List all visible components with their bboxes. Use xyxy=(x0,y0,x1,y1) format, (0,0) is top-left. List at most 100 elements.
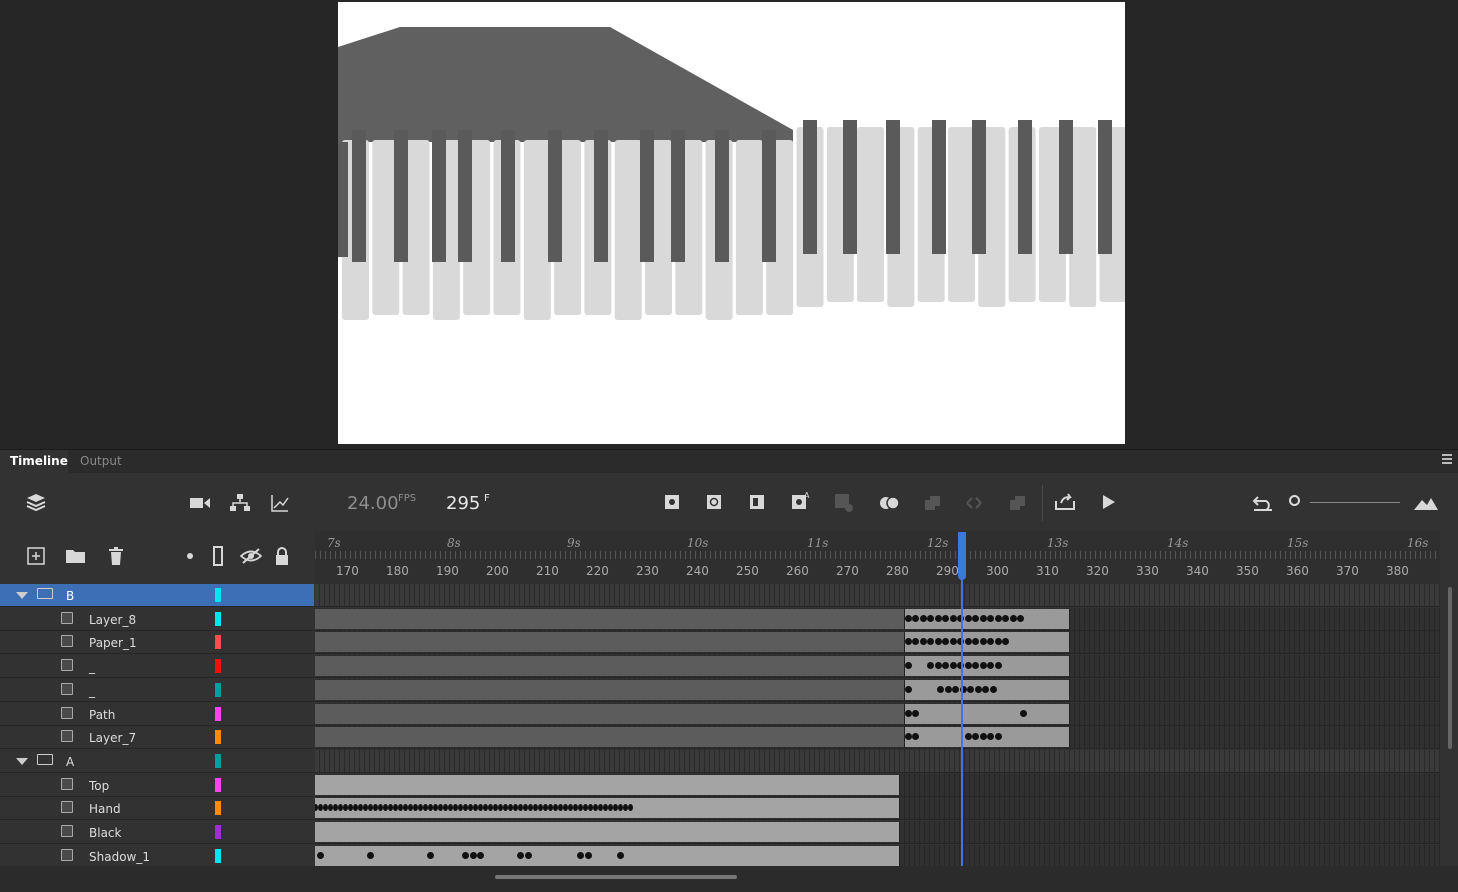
export-icon[interactable] xyxy=(1053,490,1077,514)
zoom-slider-handle[interactable] xyxy=(1289,495,1300,506)
frame-row[interactable] xyxy=(315,844,1440,866)
keyframe-dot[interactable] xyxy=(477,851,484,859)
keyframe-dot[interactable] xyxy=(317,851,324,859)
tab-timeline[interactable]: Timeline xyxy=(0,450,68,473)
layer-row[interactable]: Path xyxy=(0,702,314,726)
layer-row[interactable]: Paper_1 xyxy=(0,631,314,655)
keyframe-dot[interactable] xyxy=(979,638,987,646)
keyframe-dot[interactable] xyxy=(1019,709,1027,717)
layer-color-swatch[interactable] xyxy=(215,682,221,697)
keyframe-dot[interactable] xyxy=(517,851,524,859)
frame-row[interactable] xyxy=(315,773,1440,797)
keyframe-dot[interactable] xyxy=(934,662,942,670)
tween-span[interactable] xyxy=(315,679,905,700)
edit-multiple-frames-icon[interactable] xyxy=(921,492,943,514)
new-layer-icon[interactable] xyxy=(25,545,47,567)
keyframe-dot[interactable] xyxy=(912,614,919,622)
timeline-ruler[interactable]: 7s 8s 9s 10s 11s 12s 13s 14s 15s 16s 170 180 190 200 2… xyxy=(315,531,1440,584)
keyframe-dot[interactable] xyxy=(934,638,942,646)
keyframe-dot[interactable] xyxy=(994,733,1002,741)
keyframe-dot[interactable] xyxy=(987,614,994,622)
keyframe-dot[interactable] xyxy=(964,662,972,670)
current-frame-value[interactable]: 295 xyxy=(446,493,480,514)
layer-color-swatch[interactable] xyxy=(215,777,221,792)
graph-icon[interactable] xyxy=(268,491,292,515)
layer-color-swatch[interactable] xyxy=(215,730,221,745)
layer-folder-row[interactable]: A xyxy=(0,749,314,773)
layer-row[interactable]: Black xyxy=(0,821,314,844)
keyframe-dot[interactable] xyxy=(904,662,912,670)
keyframe-dot[interactable] xyxy=(927,614,934,622)
layer-color-swatch[interactable] xyxy=(215,611,221,626)
fps-value[interactable]: 24.00 xyxy=(347,493,399,514)
keyframe-dot[interactable] xyxy=(584,851,592,859)
layer-row[interactable]: _ xyxy=(0,678,314,702)
keyframe-dot[interactable] xyxy=(934,614,942,622)
layer-row[interactable]: Top xyxy=(0,773,314,797)
keyframe-dot[interactable] xyxy=(949,662,957,670)
stage-canvas[interactable] xyxy=(338,2,1125,444)
layer-row[interactable]: Hand xyxy=(0,797,314,821)
loop-playback-icon[interactable] xyxy=(963,492,985,514)
keyframe-dot[interactable] xyxy=(979,733,987,741)
layer-row[interactable]: Shadow_1 xyxy=(0,844,314,868)
keyframe-dot[interactable] xyxy=(964,638,972,646)
panel-menu-icon[interactable] xyxy=(1442,454,1452,466)
keyframe-dot[interactable] xyxy=(617,851,624,859)
keyframe-dot[interactable] xyxy=(994,662,1002,670)
zoom-slider-track[interactable] xyxy=(1310,502,1400,503)
keyframe-dot[interactable] xyxy=(904,685,912,693)
undo-icon[interactable] xyxy=(1251,491,1275,515)
keyframe-dot[interactable] xyxy=(904,614,912,622)
visibility-off-icon[interactable] xyxy=(239,545,263,567)
camera-icon[interactable] xyxy=(188,491,212,515)
layer-row[interactable]: Layer_7 xyxy=(0,726,314,750)
keyframe-dot[interactable] xyxy=(964,614,972,622)
frame-row[interactable] xyxy=(315,702,1440,726)
keyframe-dot[interactable] xyxy=(919,614,927,622)
frame-row[interactable] xyxy=(315,607,1440,631)
horizontal-scrollbar[interactable] xyxy=(495,875,737,879)
keyframe-dot[interactable] xyxy=(1009,614,1017,622)
onion-skin-icon[interactable] xyxy=(878,492,902,514)
new-folder-icon[interactable] xyxy=(65,545,87,567)
frame-row[interactable] xyxy=(315,631,1440,655)
layer-color-swatch[interactable] xyxy=(215,848,221,863)
layers-icon[interactable] xyxy=(24,491,48,515)
frame-row[interactable] xyxy=(315,821,1440,844)
keyframe-dot[interactable] xyxy=(994,614,1002,622)
delete-layer-icon[interactable] xyxy=(105,545,127,567)
frame-row[interactable] xyxy=(315,797,1440,821)
collapse-triangle-icon[interactable] xyxy=(16,592,28,599)
layer-row[interactable]: _ xyxy=(0,655,314,679)
tween-span[interactable] xyxy=(315,727,905,748)
keyframe-dot[interactable] xyxy=(904,709,912,717)
keyframe-dot[interactable] xyxy=(949,638,957,646)
highlight-layer-icon[interactable] xyxy=(182,548,198,564)
frame-row[interactable] xyxy=(315,655,1440,679)
frame-grid[interactable] xyxy=(315,584,1440,866)
frame-row[interactable] xyxy=(315,726,1440,750)
layer-folder-row[interactable]: B xyxy=(0,584,314,607)
tween-span[interactable] xyxy=(315,632,905,653)
keyframe-dot[interactable] xyxy=(427,851,434,859)
tab-output[interactable]: Output xyxy=(70,450,122,473)
auto-keyframe-icon[interactable]: A xyxy=(790,489,812,511)
lock-icon[interactable] xyxy=(272,544,292,568)
keyframe-dot[interactable] xyxy=(952,685,959,693)
keyframe-dot[interactable] xyxy=(982,685,989,693)
layer-color-swatch[interactable] xyxy=(215,588,221,602)
tween-span[interactable] xyxy=(905,703,1070,724)
playhead-handle[interactable] xyxy=(958,532,966,580)
layer-color-swatch[interactable] xyxy=(215,659,221,674)
keyframe-dot[interactable] xyxy=(904,733,912,741)
layer-row[interactable]: Layer_8 xyxy=(0,607,314,631)
keyframe-dot[interactable] xyxy=(367,851,374,859)
fit-timeline-icon[interactable] xyxy=(1413,491,1439,515)
keyframe-dot[interactable] xyxy=(989,685,997,693)
insert-keyframe-icon[interactable] xyxy=(662,492,682,512)
vertical-scrollbar[interactable] xyxy=(1448,587,1452,749)
layer-color-swatch[interactable] xyxy=(215,801,221,816)
keyframe-dot[interactable] xyxy=(949,614,957,622)
keyframe-dot[interactable] xyxy=(979,614,987,622)
